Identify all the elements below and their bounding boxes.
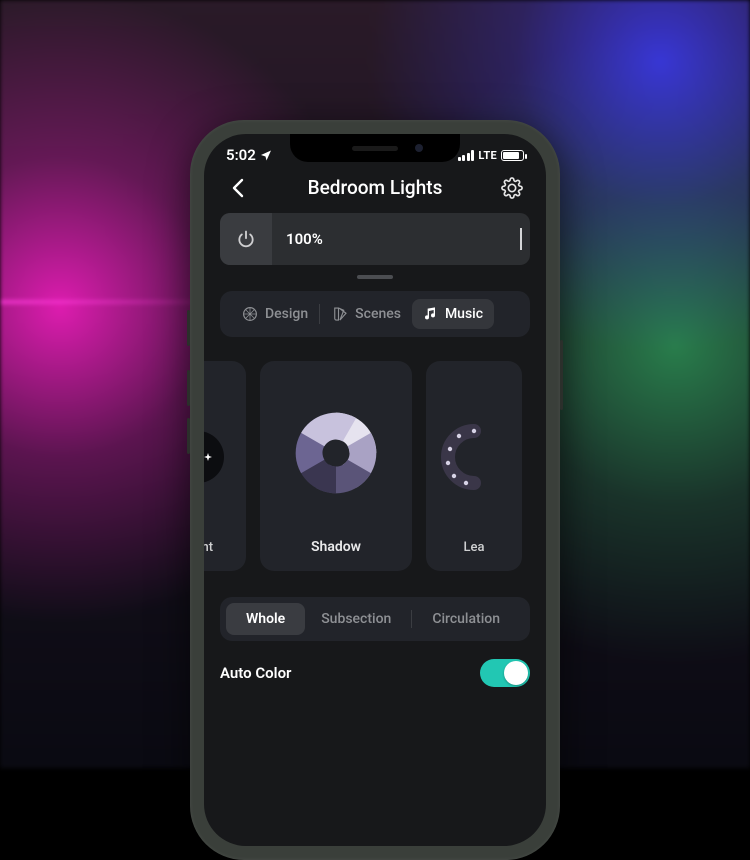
status-time: 5:02 <box>226 146 256 164</box>
segment-music-label: Music <box>445 306 483 322</box>
page-title: Bedroom Lights <box>308 176 443 199</box>
phone-notch <box>290 134 460 162</box>
power-icon <box>236 229 256 249</box>
swatch-icon <box>331 305 349 323</box>
signal-icon <box>458 150 475 161</box>
auto-color-row: Auto Color <box>220 659 530 691</box>
auto-color-toggle[interactable] <box>480 659 530 687</box>
gear-icon <box>501 177 523 199</box>
effect-left-label: rlight <box>204 540 213 555</box>
segment-music[interactable]: Music <box>412 299 494 329</box>
power-button[interactable] <box>220 213 272 265</box>
mode-divider <box>411 610 412 628</box>
effect-right-label: Lea <box>464 540 485 555</box>
brightness-handle[interactable] <box>520 228 522 250</box>
section-mode-tabs: Whole Subsection Circulation <box>220 597 530 641</box>
effects-carousel[interactable]: rlight <box>204 361 546 571</box>
settings-button[interactable] <box>498 177 526 199</box>
mode-segmented-control: Design Scenes Music <box>220 291 530 337</box>
effect-card-right[interactable]: Lea <box>426 361 522 571</box>
chevron-left-icon <box>231 178 245 198</box>
mode-circulation[interactable]: Circulation <box>416 603 516 635</box>
music-note-icon <box>423 306 439 322</box>
mode-subsection[interactable]: Subsection <box>305 603 407 635</box>
segment-scenes[interactable]: Scenes <box>320 298 412 330</box>
starlight-icon <box>204 421 246 493</box>
effect-card-center[interactable]: Shadow <box>260 361 412 571</box>
segment-design-label: Design <box>265 306 308 322</box>
app-header: Bedroom Lights <box>204 166 546 213</box>
mode-whole[interactable]: Whole <box>226 603 305 635</box>
shadow-aperture-icon <box>260 405 412 501</box>
battery-icon <box>501 150 524 161</box>
effect-card-left[interactable]: rlight <box>204 361 246 571</box>
segment-scenes-label: Scenes <box>355 306 401 322</box>
phone-screen: 5:02 LTE Bedroom Lights <box>204 134 546 846</box>
brightness-value: 100% <box>286 230 323 248</box>
effect-center-label: Shadow <box>311 539 361 555</box>
auto-color-label: Auto Color <box>220 664 291 682</box>
carrier-label: LTE <box>478 149 497 162</box>
location-arrow-icon <box>260 149 272 161</box>
color-wheel-icon <box>241 305 259 323</box>
ring-dots-icon <box>426 421 522 493</box>
sheet-grabber[interactable] <box>357 275 393 279</box>
segment-design[interactable]: Design <box>230 298 319 330</box>
phone-frame: 5:02 LTE Bedroom Lights <box>190 120 560 860</box>
back-button[interactable] <box>224 178 252 198</box>
brightness-slider[interactable]: 100% <box>220 213 530 265</box>
brightness-track[interactable]: 100% <box>272 213 530 265</box>
